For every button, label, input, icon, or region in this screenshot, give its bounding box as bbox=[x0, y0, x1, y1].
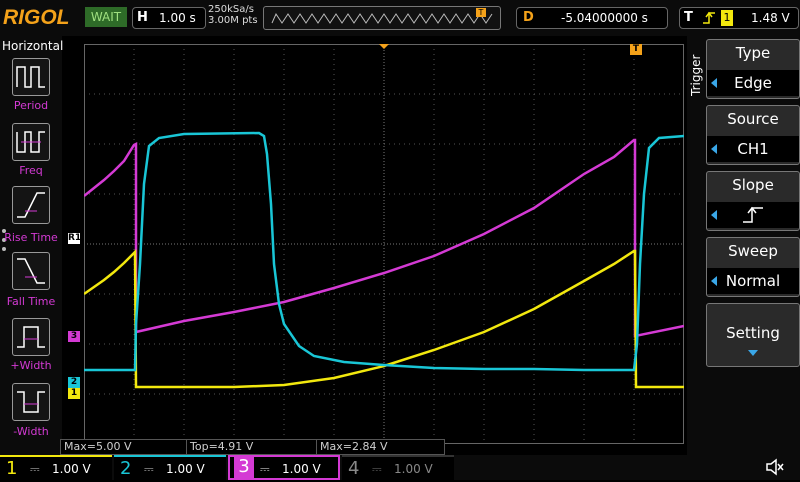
ch4-status[interactable]: 4 ⎓ 1.00 V bbox=[342, 455, 454, 482]
ch4-coupling-icon: ⎓ bbox=[372, 462, 382, 476]
fall-time-button[interactable] bbox=[12, 252, 50, 290]
fall-time-icon bbox=[17, 258, 45, 284]
trigger-source-arrow-icon bbox=[711, 144, 717, 154]
trigger-type-label: Type bbox=[735, 44, 771, 62]
trigger-label: T bbox=[684, 10, 693, 25]
ch2-number: 2 bbox=[120, 458, 132, 479]
ch1-number: 1 bbox=[6, 458, 18, 479]
timebase-value: 1.00 s bbox=[159, 11, 196, 25]
horizontal-measure-panel: Horizontal Period Freq Rise Time Fall Ti… bbox=[0, 36, 64, 456]
measurement-top-ch2[interactable]: Top=4.91 V bbox=[186, 439, 317, 455]
fall-time-label: Fall Time bbox=[6, 295, 56, 308]
sample-rate: 250kSa/s bbox=[208, 4, 254, 15]
ch4-scale: 1.00 V bbox=[394, 462, 433, 476]
measurement-max-ch2[interactable]: Max=5.00 V bbox=[60, 439, 187, 455]
trigger-type-arrow-icon bbox=[711, 78, 717, 88]
trigger-type-value: Edge bbox=[707, 70, 799, 96]
run-status-badge[interactable]: WAIT bbox=[85, 7, 127, 27]
memory-trigger-marker: T bbox=[476, 8, 486, 17]
rising-edge-icon bbox=[703, 11, 715, 24]
memory-depth: 3.00M pts bbox=[208, 15, 258, 26]
trigger-summary-box[interactable]: T 1 1.48 V bbox=[679, 7, 799, 29]
submenu-down-arrow-icon bbox=[748, 350, 758, 356]
trigger-setting-button[interactable]: Setting bbox=[706, 303, 800, 367]
ch4-number: 4 bbox=[348, 458, 360, 479]
positive-width-icon bbox=[17, 326, 45, 348]
trigger-sweep-value: Normal bbox=[707, 268, 799, 294]
timebase-box[interactable]: H 1.00 s bbox=[132, 7, 206, 29]
freq-label: Freq bbox=[19, 164, 43, 177]
rise-time-button[interactable] bbox=[12, 186, 50, 224]
channel-status-bar: 1 ⎓ 1.00 V 2 ⎓ 1.00 V 3 ⎓ 1.00 V 4 ⎓ 1.0… bbox=[0, 455, 800, 482]
ch1-waveform bbox=[84, 249, 684, 389]
trigger-setting-label: Setting bbox=[726, 324, 780, 342]
acquisition-info: 250kSa/s 3.00M pts bbox=[208, 4, 258, 26]
memory-wave-preview bbox=[271, 12, 493, 24]
trigger-source-badge: 1 bbox=[721, 10, 733, 26]
trigger-source-value: CH1 bbox=[707, 136, 799, 162]
ch3-status[interactable]: 3 ⎓ 1.00 V bbox=[228, 455, 340, 480]
ch3-scale: 1.00 V bbox=[282, 462, 321, 476]
ch2-coupling-icon: ⎓ bbox=[144, 462, 154, 476]
trigger-slope-value bbox=[707, 202, 799, 228]
ch3-offset-marker[interactable]: 3 bbox=[68, 331, 80, 342]
graticule-center-axes bbox=[84, 44, 684, 444]
delay-box[interactable]: D -5.04000000 s bbox=[516, 7, 668, 29]
period-icon bbox=[16, 66, 45, 88]
negative-width-icon bbox=[17, 391, 45, 413]
ch2-status[interactable]: 2 ⎓ 1.00 V bbox=[114, 455, 226, 482]
delay-value: -5.04000000 s bbox=[561, 11, 648, 25]
period-label: Period bbox=[13, 99, 49, 112]
ch1-coupling-icon: ⎓ bbox=[30, 462, 40, 476]
negative-width-button[interactable] bbox=[12, 383, 50, 421]
ch2-offset-marker[interactable]: 2 bbox=[68, 377, 80, 388]
trigger-type-button[interactable]: Type Edge bbox=[706, 39, 800, 99]
brand-logo: RIGOL bbox=[3, 6, 70, 29]
memory-overview-strip[interactable]: T bbox=[263, 6, 501, 30]
speaker-mute-icon[interactable] bbox=[765, 458, 785, 476]
trigger-level-value: 1.48 V bbox=[751, 11, 790, 25]
trigger-slope-arrow-icon bbox=[711, 210, 717, 220]
delay-label: D bbox=[523, 10, 534, 25]
ch1-scale: 1.00 V bbox=[52, 462, 91, 476]
trigger-menu-title: Trigger bbox=[689, 54, 703, 96]
rise-time-label: Rise Time bbox=[4, 231, 58, 244]
freq-button[interactable] bbox=[12, 123, 50, 161]
period-button[interactable] bbox=[12, 58, 50, 96]
measurement-max-ch1[interactable]: Max=2.84 V bbox=[316, 439, 445, 455]
trigger-sweep-button[interactable]: Sweep Normal bbox=[706, 237, 800, 297]
rising-edge-icon bbox=[743, 206, 763, 223]
ch3-number: 3 bbox=[234, 456, 254, 479]
ch1-status[interactable]: 1 ⎓ 1.00 V bbox=[0, 455, 112, 482]
positive-width-label: +Width bbox=[10, 359, 52, 372]
negative-width-label: -Width bbox=[13, 425, 49, 438]
trigger-source-label: Source bbox=[727, 110, 779, 128]
ch3-coupling-icon: ⎓ bbox=[260, 462, 270, 476]
reference-r1-marker[interactable]: R1 bbox=[68, 233, 81, 244]
trigger-menu-panel: Trigger Type Edge Source CH1 Slope Sweep… bbox=[687, 36, 800, 456]
freq-icon bbox=[16, 131, 45, 153]
trigger-time-marker[interactable]: T bbox=[630, 44, 642, 55]
trigger-sweep-arrow-icon bbox=[711, 276, 717, 286]
timebase-label: H bbox=[137, 10, 148, 25]
ch2-scale: 1.00 V bbox=[166, 462, 205, 476]
trigger-slope-button[interactable]: Slope bbox=[706, 171, 800, 231]
ch1-offset-marker[interactable]: 1 bbox=[68, 388, 80, 399]
ch3-waveform bbox=[84, 138, 684, 338]
trigger-slope-label: Slope bbox=[732, 176, 774, 194]
trigger-sweep-label: Sweep bbox=[728, 242, 778, 260]
trigger-position-marker[interactable] bbox=[378, 44, 390, 49]
left-panel-title: Horizontal bbox=[2, 39, 64, 53]
trigger-source-button[interactable]: Source CH1 bbox=[706, 105, 800, 165]
positive-width-button[interactable] bbox=[12, 318, 50, 356]
waveform-display[interactable] bbox=[84, 44, 684, 444]
rise-time-icon bbox=[17, 192, 45, 218]
